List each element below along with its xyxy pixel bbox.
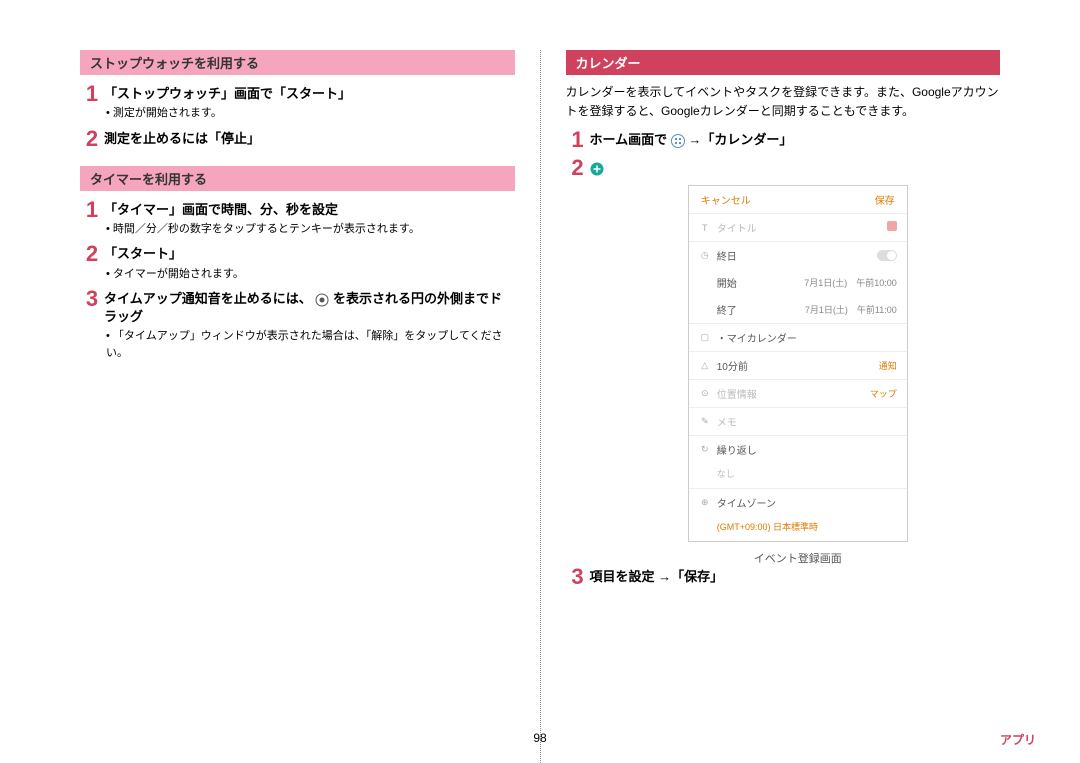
step-note: 測定が開始されます。 [104, 105, 515, 122]
page-number: 98 [533, 731, 546, 745]
event-screen-mock: キャンセル 保存 T タイトル ◷ 終日 開始 7月1日(土) 午前10:00 [596, 185, 1001, 566]
intro-text: カレンダーを表示してイベントやタスクを登録できます。また、Googleアカウント… [566, 83, 1001, 121]
step-title: 「ストップウォッチ」画面で「スタート」 [104, 85, 515, 103]
repeat-value: なし [689, 463, 907, 488]
step-number: 1 [80, 83, 104, 105]
step: 1 ホーム画面で →「カレンダー」 [566, 129, 1001, 151]
location-icon: ⊙ [699, 388, 711, 399]
step-number: 2 [566, 157, 590, 179]
step-text: タイムアップ通知音を止めるには、 [104, 291, 312, 306]
memo-icon: ✎ [699, 416, 711, 427]
step-title: 測定を止めるには「停止」 [104, 130, 515, 148]
step: 1 「ストップウォッチ」画面で「スタート」 測定が開始されます。 [80, 83, 515, 122]
start-label: 開始 [717, 275, 798, 290]
section-header-timer: タイマーを利用する [80, 166, 515, 191]
add-icon [590, 162, 604, 176]
title-placeholder: タイトル [717, 220, 881, 235]
mock-caption: イベント登録画面 [754, 550, 842, 566]
step-note: 時間／分／秒の数字をタップするとテンキーが表示されます。 [104, 221, 515, 238]
apps-grid-icon [671, 134, 685, 148]
left-column: ストップウォッチを利用する 1 「ストップウォッチ」画面で「スタート」 測定が開… [60, 50, 535, 763]
end-label: 終了 [717, 302, 799, 317]
right-column: カレンダー カレンダーを表示してイベントやタスクを登録できます。また、Googl… [546, 50, 1021, 763]
bell-icon: △ [699, 360, 711, 371]
allday-label: 終日 [717, 248, 871, 263]
step: 1 「タイマー」画面で時間、分、秒を設定 時間／分／秒の数字をタップするとテンキ… [80, 199, 515, 238]
step-title: 「スタート」 [104, 245, 515, 263]
location-action: マップ [870, 387, 897, 400]
step: 2 測定を止めるには「停止」 [80, 128, 515, 150]
step-number: 1 [80, 199, 104, 221]
mock-header: キャンセル 保存 [689, 186, 907, 213]
step-number: 2 [80, 243, 104, 265]
step-note: タイマーが開始されます。 [104, 266, 515, 283]
step-title: 「タイマー」画面で時間、分、秒を設定 [104, 201, 515, 219]
calendar-label: ・マイカレンダー [717, 330, 897, 345]
step: 3 タイムアップ通知音を止めるには、 を表示される円の外側までドラッグ 「タイム… [80, 288, 515, 361]
step: 2 [566, 157, 1001, 179]
reminder-label: 10分前 [717, 358, 873, 373]
step-number: 1 [566, 129, 590, 151]
timezone-label: タイムゾーン [717, 495, 897, 510]
color-dot-icon [887, 221, 897, 234]
column-divider [540, 50, 541, 763]
clock-icon: ◷ [699, 250, 711, 261]
dismiss-icon [315, 293, 329, 307]
end-value: 7月1日(土) 午前11:00 [805, 303, 897, 316]
step-title: 項目を設定 →「保存」 [590, 568, 1001, 586]
step-title: タイムアップ通知音を止めるには、 を表示される円の外側までドラッグ [104, 290, 515, 326]
save-label: 保存 [875, 192, 895, 207]
globe-icon: ⊕ [699, 497, 711, 508]
step: 3 項目を設定 →「保存」 [566, 566, 1001, 588]
memo-label: メモ [717, 414, 897, 429]
step-text: →「カレンダー」 [688, 132, 792, 147]
section-header-stopwatch: ストップウォッチを利用する [80, 50, 515, 75]
step-title [590, 159, 1001, 177]
step-note: 「タイムアップ」ウィンドウが表示された場合は、「解除」をタップしてください。 [104, 328, 515, 361]
title-icon: T [699, 223, 711, 233]
section-header-calendar: カレンダー [566, 50, 1001, 75]
step-title: ホーム画面で →「カレンダー」 [590, 131, 1001, 149]
timezone-value: (GMT+09:00) 日本標準時 [689, 516, 907, 541]
manual-page: ストップウォッチを利用する 1 「ストップウォッチ」画面で「スタート」 測定が開… [0, 0, 1080, 763]
toggle-icon [877, 250, 897, 261]
repeat-label: 繰り返し [717, 442, 897, 457]
location-label: 位置情報 [717, 386, 864, 401]
step-number: 2 [80, 128, 104, 150]
footer-category: アプリ [1000, 731, 1036, 748]
step-text: ホーム画面で [590, 132, 671, 147]
step-number: 3 [80, 288, 104, 310]
cancel-label: キャンセル [701, 192, 751, 207]
calendar-icon: ▢ [699, 332, 711, 343]
reminder-action: 通知 [879, 359, 897, 372]
step-number: 3 [566, 566, 590, 588]
repeat-icon: ↻ [699, 444, 711, 455]
step: 2 「スタート」 タイマーが開始されます。 [80, 243, 515, 282]
start-value: 7月1日(土) 午前10:00 [804, 276, 897, 289]
